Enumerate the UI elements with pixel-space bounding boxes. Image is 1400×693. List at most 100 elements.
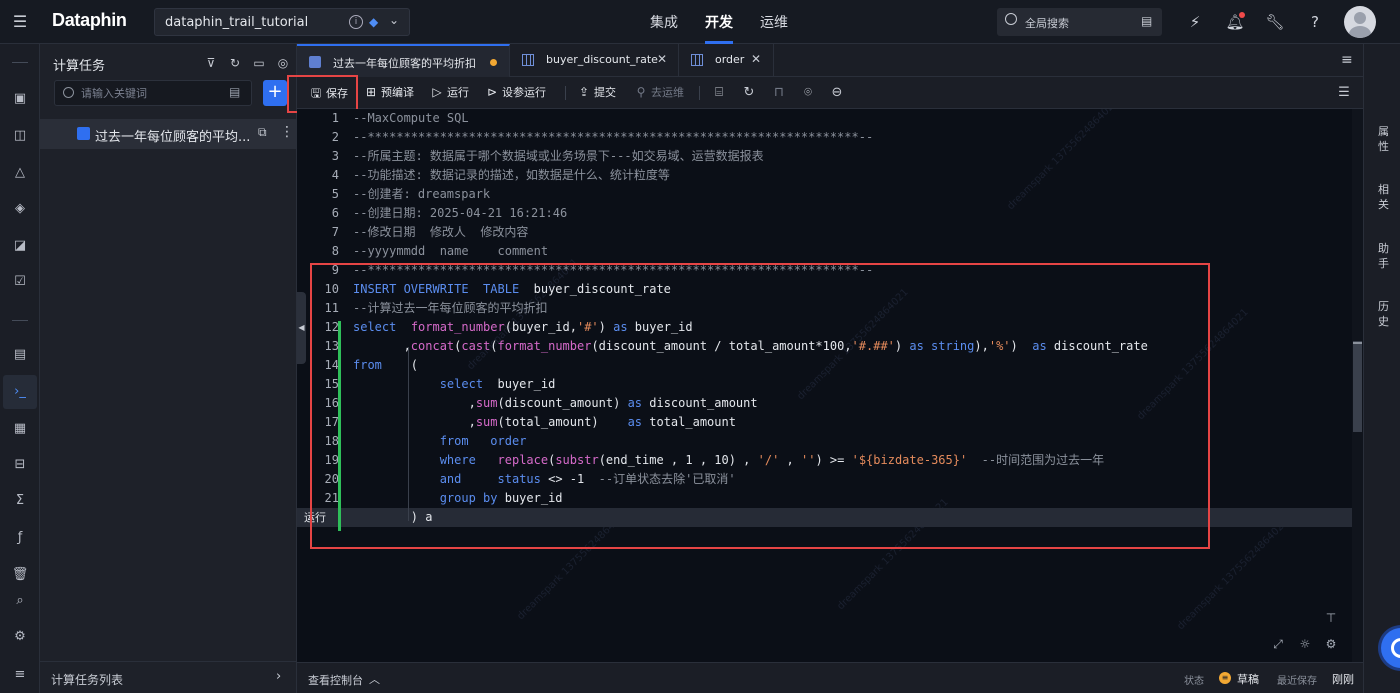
info-icon[interactable]: i [349, 15, 363, 29]
precompile-button[interactable]: ⊞ 预编译 [364, 84, 414, 102]
code-line[interactable]: 5 --创建者: dreamspark [297, 185, 1363, 204]
project-name: dataphin_trail_tutorial [165, 15, 309, 30]
status-bar: 查看控制台 ︿ 状态 ≡ 草稿 最近保存 刚刚 [297, 662, 1363, 693]
refresh-icon[interactable]: ↻ [226, 54, 244, 72]
run-button[interactable]: ▷ 运行 [430, 84, 469, 102]
task-list-item[interactable]: 过去一年每位顾客的平均... ⧉ ⋮ [40, 119, 296, 149]
wrench-icon[interactable]: 🔧︎ [1265, 12, 1285, 32]
lightning-icon[interactable]: ⚡ [1185, 12, 1205, 32]
settings-icon[interactable]: ⚙ [1323, 636, 1339, 652]
menu-icon[interactable]: ☰ [10, 12, 30, 32]
search-doc-icon[interactable]: ⌕ [8, 589, 32, 613]
scrollbar-thumb[interactable] [1353, 341, 1362, 432]
chevron-right-icon[interactable]: › [276, 669, 281, 684]
close-icon[interactable]: ✕ [751, 52, 761, 66]
code-highlight-box [310, 263, 1210, 549]
home-icon[interactable]: ▣ [8, 87, 32, 111]
avatar[interactable] [1344, 6, 1376, 38]
code-token: --创建者: dreamspark [353, 187, 491, 201]
code-line[interactable]: 8 --yyyymmdd name comment [297, 242, 1363, 261]
global-search-placeholder: 全局搜索 [1025, 17, 1069, 30]
terminal-icon[interactable]: ›_ [3, 375, 37, 409]
rail-divider [12, 62, 28, 63]
help-icon[interactable]: ? [1305, 12, 1325, 32]
theme-icon[interactable]: ☼ [1297, 636, 1313, 652]
param-run-label: 设参运行 [502, 86, 546, 99]
scroll-top-icon[interactable]: ⊤ [1323, 610, 1339, 626]
minus-circle-icon[interactable]: ⊖ [829, 85, 845, 101]
right-tab-assistant[interactable]: 助手 [1377, 241, 1390, 271]
precompile-icon: ⊞ [365, 85, 377, 99]
format-icon[interactable]: ☰ [1336, 85, 1352, 101]
param-run-button[interactable]: ⊳ 设参运行 [485, 84, 546, 102]
close-icon[interactable]: ✕ [657, 52, 667, 66]
sigma-icon[interactable]: Σ [8, 489, 32, 513]
code-line[interactable]: 3 --所属主题: 数据属于哪个数据域或业务场景下---如交易域、运营数据报表 [297, 147, 1363, 166]
chart-icon[interactable]: ◪ [8, 234, 32, 258]
nav-tab-integration[interactable]: 集成 [650, 12, 678, 32]
nav-tab-operations[interactable]: 运维 [760, 12, 788, 32]
line-code: --所属主题: 数据属于哪个数据域或业务场景下---如交易域、运营数据报表 [353, 147, 764, 166]
tab-sql-task[interactable]: 过去一年每位顾客的平均折扣 [297, 44, 510, 77]
search-icon [63, 87, 74, 98]
list-icon[interactable]: ≡ [8, 663, 32, 687]
submit-label: 提交 [594, 86, 616, 99]
monitor-icon[interactable]: ◫ [8, 124, 32, 148]
nav-tab-development[interactable]: 开发 [705, 12, 733, 32]
search-doc-icon[interactable]: ▤ [1141, 14, 1152, 28]
right-tab-properties[interactable]: 属性 [1377, 124, 1390, 154]
settings-doc-icon[interactable]: ⚙ [8, 625, 32, 649]
more-icon[interactable]: ⋮ [280, 124, 294, 140]
layers-icon[interactable]: ◈ [8, 197, 32, 221]
chevron-down-icon[interactable]: ⌄ [389, 13, 399, 27]
console-toggle[interactable]: 查看控制台 [308, 672, 363, 688]
code-line[interactable]: 4 --功能描述: 数据记录的描述，如数据是什么、统计粒度等 [297, 166, 1363, 185]
tab-buyer-discount-rate[interactable]: buyer_discount_rate ✕ [510, 44, 679, 77]
line-number: 8 [331, 244, 339, 258]
trash-icon[interactable]: 🗑︎ [8, 563, 32, 587]
play-icon: ▷ [432, 85, 442, 99]
right-tab-related[interactable]: 相关 [1377, 182, 1390, 212]
locate-icon[interactable]: ◎ [274, 54, 292, 72]
code-line[interactable]: 2 --*************************************… [297, 128, 1363, 147]
filter-icon[interactable]: ⊽ [202, 54, 220, 72]
code-line[interactable]: 1 --MaxCompute SQL [297, 109, 1363, 128]
lock-icon[interactable]: ⊓ [771, 85, 787, 101]
upload-icon: ⇪ [578, 85, 590, 99]
tab-list-icon[interactable]: ≡ [1341, 52, 1353, 68]
warning-icon[interactable]: △ [8, 161, 32, 185]
task-list-footer[interactable]: 计算任务列表 › [40, 661, 296, 693]
tab-label: 过去一年每位顾客的平均折扣 [333, 57, 476, 70]
chevron-up-icon[interactable]: ︿ [369, 671, 380, 687]
broom-icon[interactable]: ⌸ [711, 85, 727, 101]
task-search-input[interactable] [81, 84, 221, 102]
code-line[interactable]: 6 --创建日期: 2025-04-21 16:21:46 [297, 204, 1363, 223]
location-icon[interactable]: ⌾ [800, 85, 816, 101]
grid-icon[interactable]: ▦ [8, 417, 32, 441]
collapse-panel-handle[interactable]: ◀ [297, 292, 306, 364]
inbox-icon[interactable]: ⊟ [8, 453, 32, 477]
logo[interactable]: Dataphin [52, 10, 127, 31]
task-list-label: 计算任务列表 [51, 673, 124, 687]
status-value: 草稿 [1237, 673, 1259, 686]
refresh-icon[interactable]: ↻ [741, 85, 757, 101]
global-search[interactable]: 全局搜索 ▤ [997, 8, 1162, 36]
new-folder-icon[interactable]: ▭ [250, 54, 268, 72]
submit-button[interactable]: ⇪ 提交 [577, 84, 616, 102]
right-tab-history[interactable]: 历史 [1377, 299, 1390, 329]
code-line[interactable]: 7 --修改日期 修改人 修改内容 [297, 223, 1363, 242]
check-icon[interactable]: ☑ [8, 270, 32, 294]
tab-order[interactable]: order ✕ [679, 44, 774, 77]
copy-icon[interactable]: ⧉ [258, 125, 267, 140]
precompile-label: 预编译 [381, 86, 414, 99]
code-token: --创建日期: 2025-04-21 16:21:46 [353, 206, 568, 220]
rail-divider [12, 320, 28, 321]
add-task-button[interactable]: + [263, 80, 287, 106]
function-icon[interactable]: ƒ [8, 526, 32, 550]
unsaved-dot [490, 59, 497, 66]
filter-doc-icon[interactable]: ▤ [229, 85, 240, 99]
project-selector[interactable]: dataphin_trail_tutorial i ◆ ⌄ [154, 8, 410, 36]
document-icon[interactable]: ▤ [8, 343, 32, 367]
to-ops-button[interactable]: ⚲ 去运维 [634, 84, 684, 102]
fullscreen-icon[interactable]: ⤢ [1270, 636, 1286, 652]
